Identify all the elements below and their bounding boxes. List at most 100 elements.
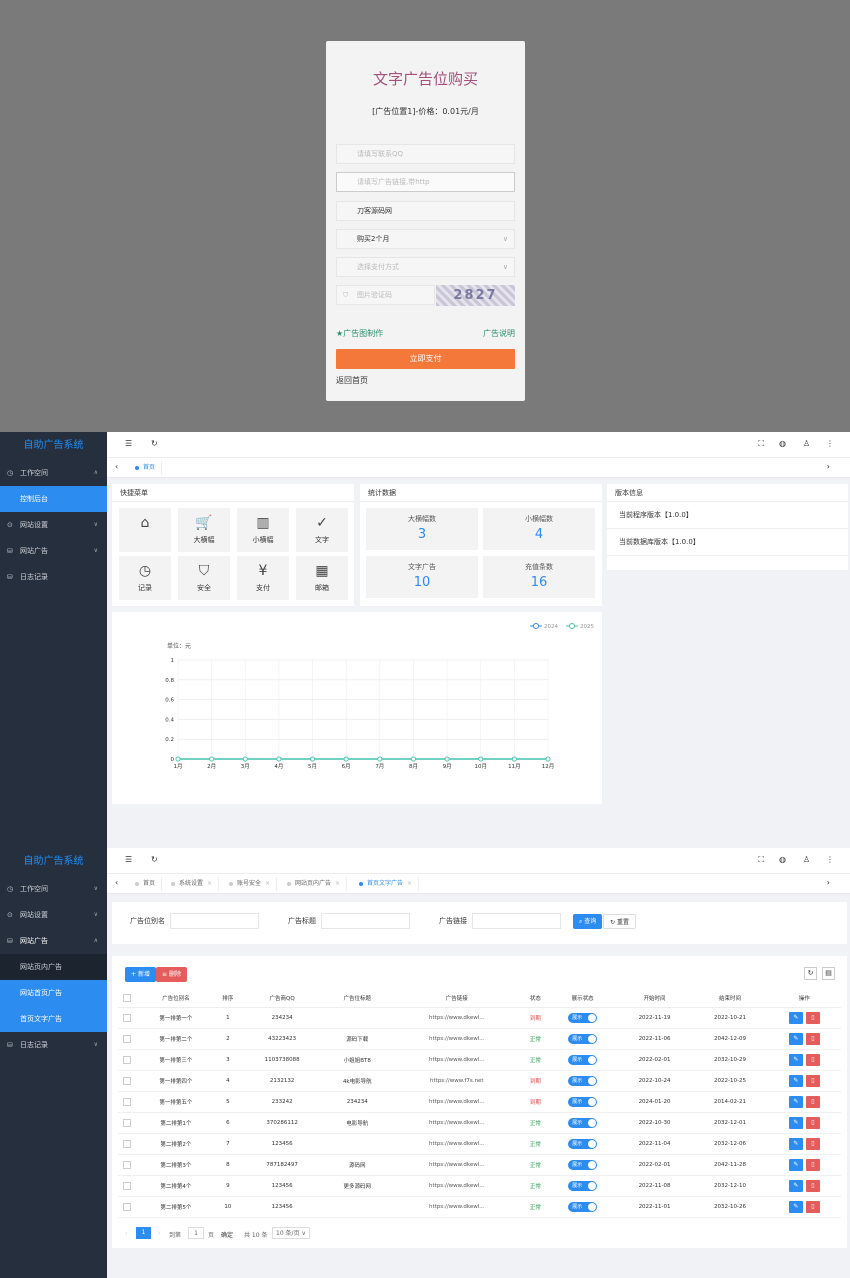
fullscreen-icon[interactable]: ⛶: [758, 439, 764, 449]
more-icon[interactable]: ⋮: [826, 855, 834, 864]
name-search-input[interactable]: [170, 913, 259, 929]
close-icon[interactable]: ×: [335, 880, 340, 887]
page-1-button[interactable]: 1: [136, 1227, 151, 1239]
quick-item-7[interactable]: ▦ 邮箱: [296, 556, 348, 600]
row-select-cell[interactable]: [118, 1133, 137, 1155]
sidebar-item-1[interactable]: 控制后台: [0, 486, 107, 512]
edit-icon[interactable]: ✎: [788, 1032, 803, 1045]
refresh-table-icon[interactable]: ↻: [804, 967, 817, 980]
chevron-right-icon[interactable]: ›: [827, 878, 830, 887]
checkbox[interactable]: [123, 993, 132, 1002]
quick-item-3[interactable]: ✓ 文字: [296, 508, 348, 552]
tab-0[interactable]: 首页: [131, 461, 163, 475]
captcha-image[interactable]: 2827: [436, 285, 515, 306]
duration-select[interactable]: 购买2个月 ∨: [336, 229, 515, 249]
quick-item-1[interactable]: 🛒 大横幅: [178, 508, 230, 552]
back-home-link[interactable]: 返回首页: [336, 375, 368, 386]
row-select-cell[interactable]: [118, 1175, 137, 1197]
row-select-cell[interactable]: [118, 1196, 137, 1218]
trash-icon[interactable]: ▯: [805, 1158, 820, 1171]
checkbox[interactable]: [123, 1034, 132, 1043]
trash-icon[interactable]: ▯: [805, 1032, 820, 1045]
tab-3[interactable]: 网站页内广告 ×: [283, 877, 348, 891]
show-toggle[interactable]: 展示: [568, 1117, 598, 1128]
chevron-left-icon[interactable]: ‹: [115, 878, 118, 887]
user-icon[interactable]: ♙: [803, 439, 810, 448]
show-toggle[interactable]: 展示: [568, 1138, 598, 1149]
title-search-input[interactable]: [321, 913, 410, 929]
show-toggle[interactable]: 展示: [568, 1054, 598, 1065]
sidebar-item-3[interactable]: 网站页内广告: [0, 954, 107, 980]
show-toggle[interactable]: 展示: [568, 1012, 598, 1023]
refresh-icon[interactable]: ↻: [151, 855, 158, 864]
edit-icon[interactable]: ✎: [788, 1053, 803, 1066]
link-search-input[interactable]: [472, 913, 561, 929]
checkbox[interactable]: [123, 1118, 132, 1127]
checkbox[interactable]: [123, 1160, 132, 1169]
fullscreen-icon[interactable]: ⛶: [758, 855, 764, 865]
name-input[interactable]: 刀客源码网: [336, 201, 515, 221]
trash-icon[interactable]: ▯: [805, 1053, 820, 1066]
quick-item-5[interactable]: ⛉ 安全: [178, 556, 230, 600]
cell-show[interactable]: 展示: [548, 1175, 617, 1197]
sidebar-item-1[interactable]: ⊙ 网站设置 ∨: [0, 902, 107, 928]
close-icon[interactable]: ×: [265, 880, 270, 887]
close-icon[interactable]: ×: [207, 880, 212, 887]
edit-icon[interactable]: ✎: [788, 1137, 803, 1150]
tab-0[interactable]: 首页: [131, 877, 163, 891]
pay-method-select[interactable]: 选择支付方式 ∨: [336, 257, 515, 277]
close-icon[interactable]: ×: [407, 880, 412, 887]
cell-show[interactable]: 展示: [548, 1196, 617, 1218]
quick-item-6[interactable]: ¥ 支付: [237, 556, 289, 600]
show-toggle[interactable]: 展示: [568, 1180, 598, 1191]
columns-icon[interactable]: ▤: [822, 967, 835, 980]
checkbox[interactable]: [123, 1055, 132, 1064]
menu-toggle-icon[interactable]: ☰: [125, 439, 132, 448]
edit-icon[interactable]: ✎: [788, 1179, 803, 1192]
row-select-cell[interactable]: [118, 1049, 137, 1071]
sidebar-item-2[interactable]: ⊙ 网站设置 ∨: [0, 512, 107, 538]
tab-1[interactable]: 系统设置 ×: [167, 877, 220, 891]
sidebar-item-3[interactable]: ⛁ 网站广告 ∨: [0, 538, 107, 564]
cell-show[interactable]: 展示: [548, 1133, 617, 1155]
checkbox[interactable]: [123, 1097, 132, 1106]
select-all-cell[interactable]: [118, 989, 137, 1008]
globe-icon[interactable]: ◍: [779, 855, 786, 864]
show-toggle[interactable]: 展示: [568, 1159, 598, 1170]
sidebar-item-0[interactable]: ◷ 工作空间 ∨: [0, 876, 107, 902]
row-select-cell[interactable]: [118, 1007, 137, 1029]
edit-icon[interactable]: ✎: [788, 1011, 803, 1024]
quick-item-4[interactable]: ◷ 记录: [119, 556, 171, 600]
row-select-cell[interactable]: [118, 1028, 137, 1050]
cell-show[interactable]: 展示: [548, 1091, 617, 1113]
add-button[interactable]: + 新增: [125, 967, 156, 982]
sidebar-item-2[interactable]: ⛁ 网站广告 ∧: [0, 928, 107, 954]
page-size-select[interactable]: 10 条/页 ∨: [272, 1227, 310, 1239]
cell-show[interactable]: 展示: [548, 1028, 617, 1050]
next-page-icon[interactable]: ›: [158, 1230, 160, 1237]
trash-icon[interactable]: ▯: [805, 1116, 820, 1129]
chevron-right-icon[interactable]: ›: [827, 462, 830, 471]
trash-icon[interactable]: ▯: [805, 1095, 820, 1108]
delete-button[interactable]: ≡ 删除: [156, 967, 187, 982]
captcha-input[interactable]: ⛉ 图片验证码: [336, 285, 435, 305]
cell-show[interactable]: 展示: [548, 1007, 617, 1029]
sidebar-item-5[interactable]: 首页文字广告: [0, 1006, 107, 1032]
tab-4[interactable]: 首页文字广告 ×: [355, 877, 420, 891]
row-select-cell[interactable]: [118, 1112, 137, 1134]
edit-icon[interactable]: ✎: [788, 1095, 803, 1108]
goto-ok-button[interactable]: 确定: [221, 1230, 233, 1239]
edit-icon[interactable]: ✎: [788, 1158, 803, 1171]
sidebar-item-4[interactable]: 网站首页广告: [0, 980, 107, 1006]
cell-show[interactable]: 展示: [548, 1049, 617, 1071]
pay-button[interactable]: 立即支付: [336, 349, 515, 369]
tab-2[interactable]: 账号安全 ×: [225, 877, 278, 891]
edit-icon[interactable]: ✎: [788, 1200, 803, 1213]
trash-icon[interactable]: ▯: [805, 1137, 820, 1150]
ad-help-link[interactable]: 广告说明: [483, 328, 515, 339]
edit-icon[interactable]: ✎: [788, 1116, 803, 1129]
sidebar-item-4[interactable]: ⛁ 日志记录: [0, 564, 107, 590]
checkbox[interactable]: [123, 1076, 132, 1085]
show-toggle[interactable]: 展示: [568, 1201, 598, 1212]
more-icon[interactable]: ⋮: [826, 439, 834, 448]
